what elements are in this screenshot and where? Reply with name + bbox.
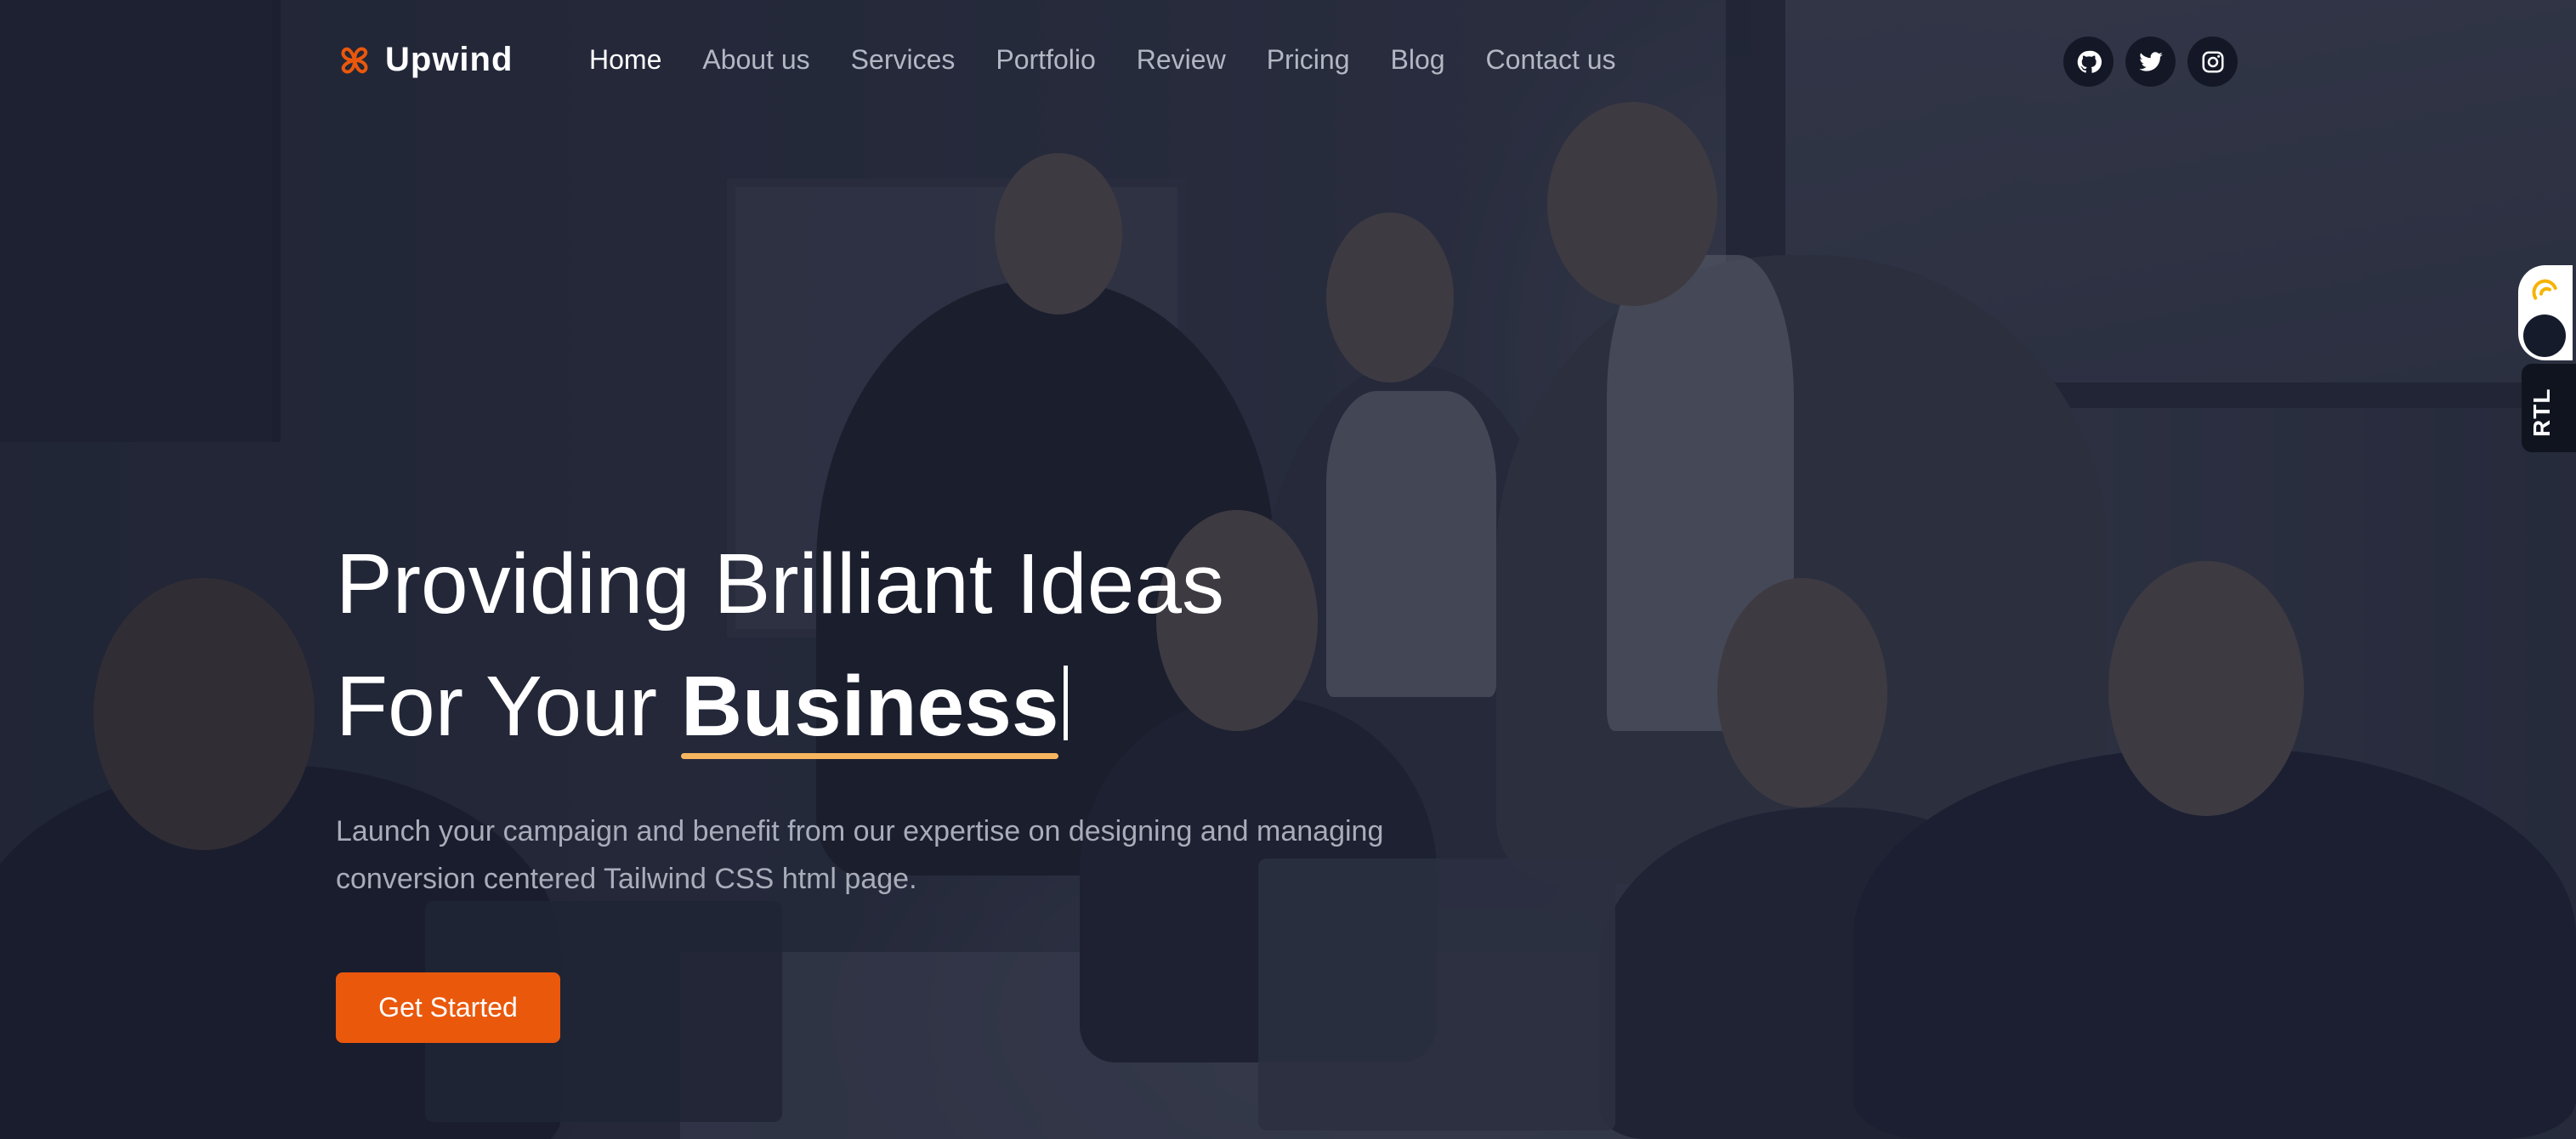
nav-services[interactable]: Services xyxy=(851,44,956,76)
toggle-knob xyxy=(2523,314,2566,357)
social-links xyxy=(2063,37,2238,87)
rtl-toggle-button[interactable]: RTL xyxy=(2522,364,2576,452)
headline-line-1: Providing Brilliant Ideas xyxy=(336,536,1224,632)
hero-description: Launch your campaign and benefit from ou… xyxy=(336,815,1384,895)
instagram-button[interactable] xyxy=(2187,37,2238,87)
pinwheel-icon xyxy=(341,47,368,73)
github-icon xyxy=(2077,50,2102,73)
nav-home[interactable]: Home xyxy=(589,44,661,76)
main-menu: Home About us Services Portfolio Review … xyxy=(589,44,1616,76)
brand-name: Upwind xyxy=(385,41,513,78)
nav-pricing[interactable]: Pricing xyxy=(1267,44,1350,76)
nav-about-us[interactable]: About us xyxy=(702,44,809,76)
nav-contact-us[interactable]: Contact us xyxy=(1486,44,1616,76)
hero-headline: Providing Brilliant Ideas For Your Busin… xyxy=(336,523,1224,768)
github-button[interactable] xyxy=(2063,37,2114,87)
headline-prefix: For Your xyxy=(336,659,658,754)
nav-review[interactable]: Review xyxy=(1137,44,1226,76)
instagram-icon xyxy=(2202,51,2223,72)
top-navbar: Upwind Home About us Services Portfolio … xyxy=(0,0,2576,123)
sun-icon xyxy=(2525,272,2566,313)
headline-line-2: For Your Business xyxy=(336,645,1224,768)
dark-mode-toggle[interactable] xyxy=(2518,265,2573,360)
twitter-button[interactable] xyxy=(2125,37,2176,87)
get-started-button[interactable]: Get Started xyxy=(336,972,560,1043)
headline-highlight: Business xyxy=(680,645,1058,768)
nav-blog[interactable]: Blog xyxy=(1391,44,1445,76)
twitter-icon xyxy=(2138,51,2163,71)
brand-logo[interactable]: Upwind xyxy=(336,41,513,79)
typing-cursor xyxy=(1064,666,1069,740)
nav-portfolio[interactable]: Portfolio xyxy=(996,44,1095,76)
rtl-label: RTL xyxy=(2528,388,2555,437)
